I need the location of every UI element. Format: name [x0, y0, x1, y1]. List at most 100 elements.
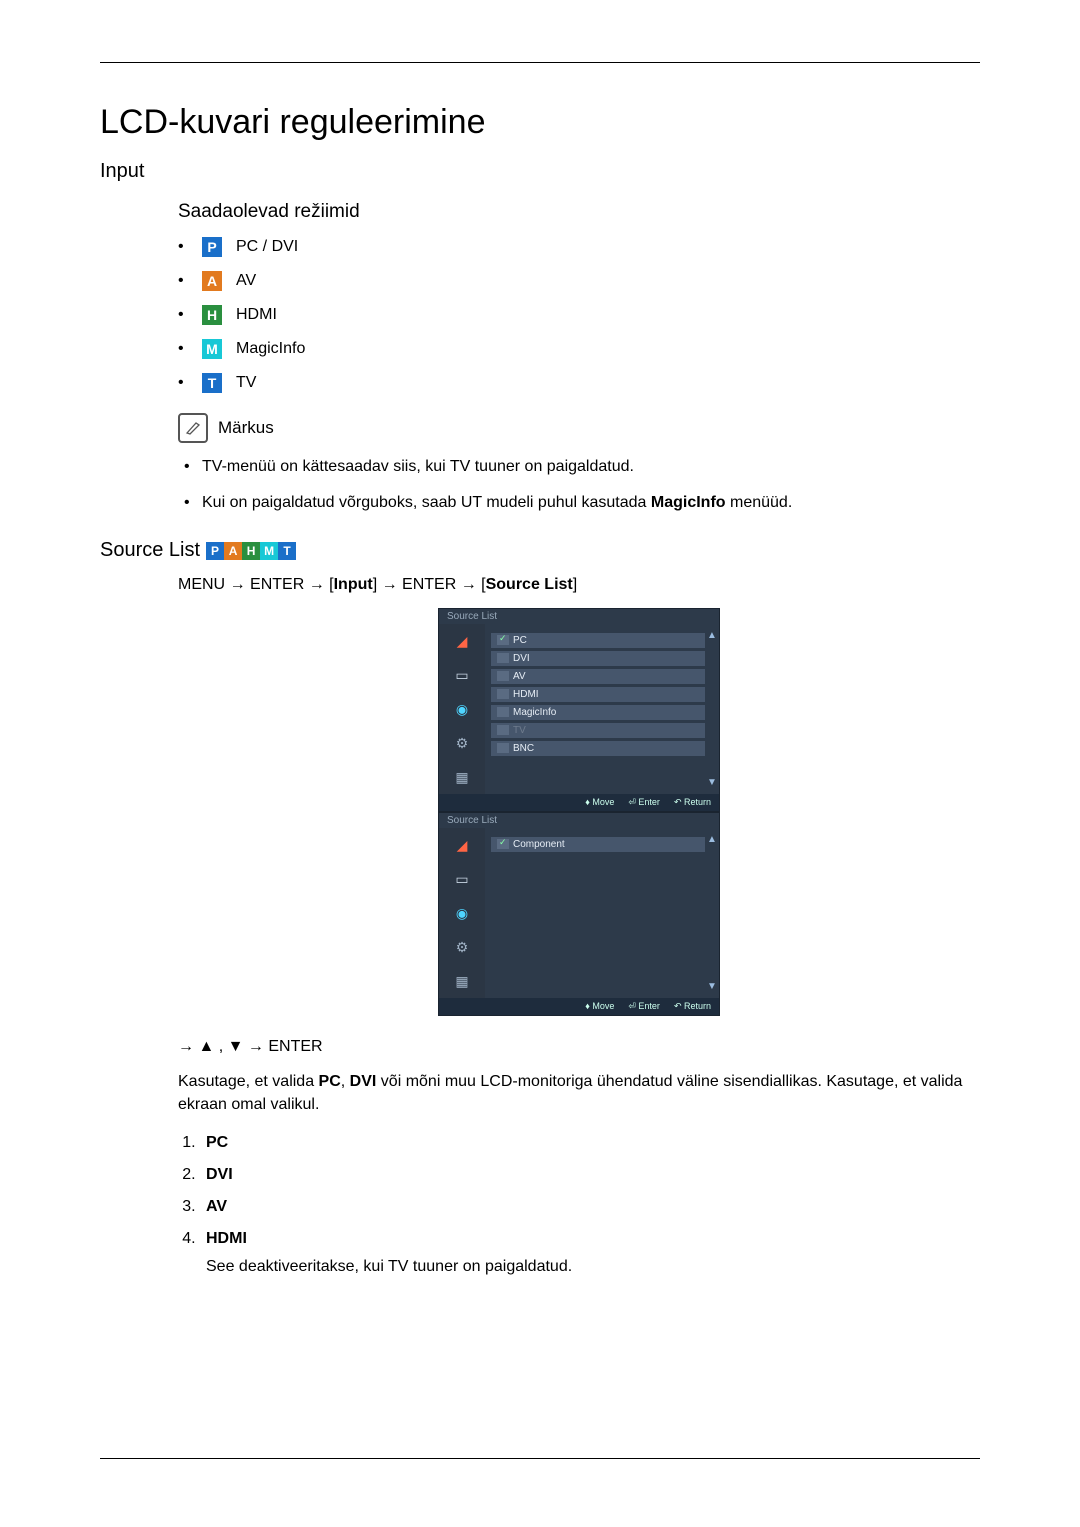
t-icon: T	[278, 542, 296, 560]
modes-heading: Saadaolevad režiimid	[178, 201, 980, 223]
mode-item-av: A AV	[178, 271, 980, 291]
source-list-heading: Source List P A H M T	[100, 539, 980, 562]
osd-screenshots: Source List ◢ ▭ ◉ ⚙ ▦ PC DVI AV HDMI M	[178, 608, 980, 1016]
scroll-up-icon: ▲	[707, 630, 717, 641]
osd-item-av: AV	[491, 669, 705, 684]
osd-side-icon: ▦	[451, 970, 473, 992]
osd-item-label: PC	[513, 635, 527, 646]
nav-instruction: → ▲ , ▼ → ENTER	[178, 1038, 980, 1056]
scroll-down-icon: ▼	[707, 981, 717, 992]
osd-side-icon: ◢	[451, 630, 473, 652]
menu-path-menu: MENU	[178, 576, 225, 593]
osd-side-icon: ◢	[451, 834, 473, 856]
list-item-label: HDMI	[206, 1230, 247, 1247]
h-icon: H	[242, 542, 260, 560]
osd-footer-move-label: Move	[592, 797, 614, 807]
note-item: TV-menüü on kättesaadav siis, kui TV tuu…	[178, 455, 980, 479]
osd-side-icon: ◉	[451, 698, 473, 720]
m-icon: M	[260, 542, 278, 560]
list-item-label: AV	[206, 1198, 227, 1215]
osd-item-label: Component	[513, 839, 565, 850]
desc-text: Kasutage, et valida	[178, 1073, 319, 1090]
menu-path-source-list: Source List	[486, 576, 573, 593]
list-item: DVI	[200, 1166, 980, 1184]
osd-footer-return: ↶ Return	[674, 797, 711, 808]
osd-side-icon: ▦	[451, 766, 473, 788]
osd-item-label: BNC	[513, 743, 534, 754]
content-block: Saadaolevad režiimid P PC / DVI A AV H H…	[178, 201, 980, 515]
desc-dvi: DVI	[350, 1073, 377, 1090]
osd-footer-move-label: Move	[592, 1001, 614, 1011]
icon-strip: P A H M T	[206, 542, 296, 560]
list-item: AV	[200, 1198, 980, 1216]
rule-top	[100, 62, 980, 63]
osd-sidebar: ◢ ▭ ◉ ⚙ ▦	[439, 828, 485, 998]
osd-footer-return-label: Return	[684, 797, 711, 807]
arrow-icon: →	[382, 576, 398, 593]
osd-side-icon: ◉	[451, 902, 473, 924]
osd-footer-move: ♦ Move	[585, 1001, 614, 1012]
mode-label: TV	[236, 374, 256, 392]
osd-footer-return: ↶ Return	[674, 1001, 711, 1012]
osd-title: Source List	[439, 813, 719, 828]
osd-footer: ♦ Move ⏎ Enter ↶ Return	[439, 794, 719, 811]
p-icon: P	[202, 237, 222, 257]
modes-list: P PC / DVI A AV H HDMI M MagicInfo T TV	[178, 237, 980, 393]
osd-item-bnc: BNC	[491, 741, 705, 756]
osd-item-label: TV	[513, 725, 526, 736]
menu-path-input: Input	[334, 576, 373, 593]
osd-scrollbar: ▲ ▼	[707, 630, 717, 788]
osd-item-hdmi: HDMI	[491, 687, 705, 702]
osd-footer-enter: ⏎ Enter	[628, 797, 660, 808]
osd-item-dvi: DVI	[491, 651, 705, 666]
note-text: Kui on paigaldatud võrguboks, saab UT mu…	[202, 494, 792, 511]
osd-item-pc: PC	[491, 633, 705, 648]
osd-title: Source List	[439, 609, 719, 624]
osd-list: Component ▲ ▼	[485, 828, 719, 998]
osd-list: PC DVI AV HDMI MagicInfo TV BNC ▲ ▼	[485, 624, 719, 794]
note-label: Märkus	[218, 418, 274, 438]
note-item: Kui on paigaldatud võrguboks, saab UT mu…	[178, 491, 980, 515]
osd-footer: ♦ Move ⏎ Enter ↶ Return	[439, 998, 719, 1015]
osd-item-label: AV	[513, 671, 526, 682]
scroll-up-icon: ▲	[707, 834, 717, 845]
osd-side-icon: ▭	[451, 664, 473, 686]
osd-scrollbar: ▲ ▼	[707, 834, 717, 992]
note-row: Märkus	[178, 413, 980, 443]
osd-footer-move: ♦ Move	[585, 797, 614, 808]
menu-path-enter: ENTER	[402, 576, 456, 593]
mode-label: MagicInfo	[236, 340, 305, 358]
osd-footer-return-label: Return	[684, 1001, 711, 1011]
a-icon: A	[202, 271, 222, 291]
mode-item-magicinfo: M MagicInfo	[178, 339, 980, 359]
page-title: LCD-kuvari reguleerimine	[100, 103, 980, 142]
description-paragraph: Kasutage, et valida PC, DVI või mõni muu…	[178, 1070, 980, 1116]
osd-sidebar: ◢ ▭ ◉ ⚙ ▦	[439, 624, 485, 794]
h-icon: H	[202, 305, 222, 325]
source-list-block: MENU → ENTER → [Input] → ENTER → [Source…	[178, 576, 980, 1276]
arrow-icon: →	[309, 576, 325, 593]
osd-item-component: Component	[491, 837, 705, 852]
osd-item-label: HDMI	[513, 689, 539, 700]
list-item-label: DVI	[206, 1166, 233, 1183]
source-list-label: Source List	[100, 539, 200, 562]
osd-body: ◢ ▭ ◉ ⚙ ▦ PC DVI AV HDMI MagicInfo TV BN…	[439, 624, 719, 794]
menu-path-enter: ENTER	[250, 576, 304, 593]
list-item: PC	[200, 1134, 980, 1152]
mode-item-tv: T TV	[178, 373, 980, 393]
section-input: Input	[100, 160, 980, 183]
menu-path: MENU → ENTER → [Input] → ENTER → [Source…	[178, 576, 980, 594]
scroll-down-icon: ▼	[707, 777, 717, 788]
osd-footer-enter-label: Enter	[638, 1001, 660, 1011]
list-item-label: PC	[206, 1134, 228, 1151]
osd-footer-enter-label: Enter	[638, 797, 660, 807]
osd-side-icon: ▭	[451, 868, 473, 890]
mode-label: HDMI	[236, 306, 277, 324]
osd-item-tv: TV	[491, 723, 705, 738]
notes-list: TV-menüü on kättesaadav siis, kui TV tuu…	[178, 455, 980, 515]
osd-item-label: DVI	[513, 653, 530, 664]
desc-pc: PC	[319, 1073, 341, 1090]
mode-label: AV	[236, 272, 256, 290]
osd-item-label: MagicInfo	[513, 707, 556, 718]
a-icon: A	[224, 542, 242, 560]
